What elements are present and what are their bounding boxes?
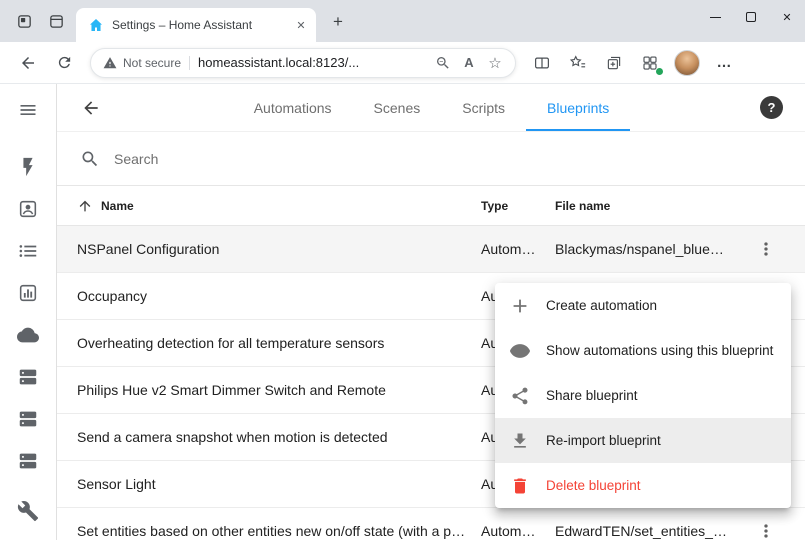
maximize-button[interactable]	[733, 0, 769, 34]
extensions-icon[interactable]	[634, 47, 666, 79]
help-icon[interactable]: ?	[760, 96, 783, 119]
browser-toolbar: Not secure homeassistant.local:8123/... …	[0, 42, 805, 84]
sidebar-energy-icon[interactable]	[16, 155, 40, 179]
sidebar-menu-icon[interactable]	[16, 98, 40, 122]
share-icon	[509, 385, 531, 407]
eye-icon	[509, 340, 531, 362]
row-name-cell: Philips Hue v2 Smart Dimmer Switch and R…	[77, 382, 481, 398]
ha-sidebar	[0, 84, 57, 540]
new-tab-button[interactable]: +	[324, 8, 352, 36]
tab-close-icon[interactable]: ✕	[292, 16, 310, 34]
window-close-button[interactable]: ✕	[769, 0, 805, 34]
table-row[interactable]: NSPanel Configuration Autom… Blackymas/n…	[57, 226, 805, 273]
row-file-cell: Blackymas/nspanel_blueprin…	[555, 241, 745, 257]
not-secure-label[interactable]: Not secure	[123, 56, 181, 70]
window-controls: ✕	[697, 0, 805, 34]
ha-back-icon[interactable]	[79, 96, 103, 120]
menu-item-label: Share blueprint	[546, 388, 638, 403]
column-header-name[interactable]: Name	[101, 199, 134, 213]
download-icon	[509, 430, 531, 452]
menu-item-label: Show automations using this blueprint	[546, 343, 773, 358]
search-icon	[80, 149, 100, 169]
menu-item-label: Re-import blueprint	[546, 433, 661, 448]
row-name-cell: Sensor Light	[77, 476, 481, 492]
menu-item-delete-blueprint[interactable]: Delete blueprint	[495, 463, 791, 508]
plus-icon	[509, 295, 531, 317]
minimize-button[interactable]	[697, 0, 733, 34]
ha-header: Automations Scenes Scripts Blueprints ?	[57, 84, 805, 132]
active-tab[interactable]: Settings – Home Assistant ✕	[76, 8, 316, 42]
menu-item-reimport-blueprint[interactable]: Re-import blueprint	[495, 418, 791, 463]
address-bar[interactable]: Not secure homeassistant.local:8123/... …	[90, 48, 516, 78]
menu-item-label: Create automation	[546, 298, 657, 313]
search-bar	[57, 132, 805, 185]
more-menu-icon[interactable]: …	[708, 47, 740, 79]
sort-ascending-icon[interactable]	[77, 198, 93, 214]
favorites-hub-icon[interactable]	[562, 47, 594, 79]
profile-avatar[interactable]	[674, 50, 700, 76]
sidebar-logbook-icon[interactable]	[16, 239, 40, 263]
tab-blueprints[interactable]: Blueprints	[526, 84, 630, 131]
sidebar-media-icon[interactable]	[16, 197, 40, 221]
menu-item-show-automations[interactable]: Show automations using this blueprint	[495, 328, 791, 373]
row-name-cell: Occupancy	[77, 288, 481, 304]
sidebar-cloud-icon[interactable]	[16, 323, 40, 347]
column-header-type[interactable]: Type	[481, 199, 555, 213]
menu-item-create-automation[interactable]: Create automation	[495, 283, 791, 328]
browser-tab-strip: Settings – Home Assistant ✕ + ✕	[0, 0, 805, 42]
sidebar-history-icon[interactable]	[16, 281, 40, 305]
add-favorite-icon[interactable]: ☆	[485, 53, 505, 73]
row-type-cell: Autom…	[481, 523, 555, 539]
tab-scripts[interactable]: Scripts	[441, 84, 526, 131]
menu-item-label: Delete blueprint	[546, 478, 641, 493]
collections-icon[interactable]	[598, 47, 630, 79]
tab-actions-icon[interactable]	[40, 6, 72, 36]
back-icon[interactable]	[12, 47, 44, 79]
sidebar-server-icon-1[interactable]	[16, 365, 40, 389]
home-assistant-app: Automations Scenes Scripts Blueprints ?	[0, 84, 805, 540]
browser-window: Settings – Home Assistant ✕ + ✕ Not secu…	[0, 0, 805, 540]
row-file-cell: EdwardTEN/set_entities_ba…	[555, 523, 745, 539]
status-badge	[655, 67, 664, 76]
search-input[interactable]	[114, 151, 782, 167]
tab-title: Settings – Home Assistant	[112, 18, 284, 32]
not-secure-icon	[103, 56, 117, 70]
row-overflow-icon[interactable]	[749, 514, 783, 540]
workspaces-icon[interactable]	[8, 6, 40, 36]
refresh-icon[interactable]	[48, 47, 80, 79]
row-overflow-icon[interactable]	[749, 232, 783, 266]
column-header-file[interactable]: File name	[555, 199, 745, 213]
split-screen-icon[interactable]	[526, 47, 558, 79]
sidebar-developer-tools-icon[interactable]	[16, 499, 40, 523]
row-name-cell: Overheating detection for all temperatur…	[77, 335, 481, 351]
zoom-out-icon[interactable]	[433, 53, 453, 73]
table-header: Name Type File name	[57, 185, 805, 226]
url-text[interactable]: homeassistant.local:8123/...	[198, 55, 427, 70]
sidebar-server-icon-3[interactable]	[16, 449, 40, 473]
address-divider	[189, 56, 190, 70]
ha-tab-bar: Automations Scenes Scripts Blueprints	[103, 84, 760, 131]
row-name-cell: NSPanel Configuration	[77, 241, 481, 257]
table-row[interactable]: Set entities based on other entities new…	[57, 508, 805, 540]
tab-scenes[interactable]: Scenes	[353, 84, 442, 131]
row-type-cell: Autom…	[481, 241, 555, 257]
read-aloud-icon[interactable]: A	[459, 53, 479, 73]
menu-item-share-blueprint[interactable]: Share blueprint	[495, 373, 791, 418]
context-menu: Create automation Show automations using…	[495, 283, 791, 508]
home-assistant-favicon	[88, 17, 104, 33]
tab-automations[interactable]: Automations	[233, 84, 353, 131]
ha-content: Automations Scenes Scripts Blueprints ?	[57, 84, 805, 540]
row-name-cell: Set entities based on other entities new…	[77, 523, 481, 539]
sidebar-server-icon-2[interactable]	[16, 407, 40, 431]
trash-icon	[509, 475, 531, 497]
row-name-cell: Send a camera snapshot when motion is de…	[77, 429, 481, 445]
